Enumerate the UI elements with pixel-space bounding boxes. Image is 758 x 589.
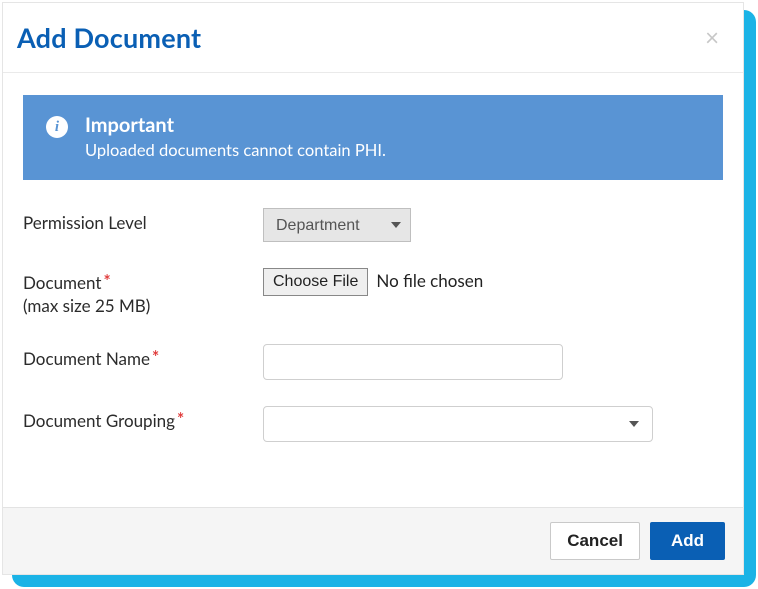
- choose-file-button[interactable]: Choose File: [263, 268, 368, 296]
- row-document-grouping: Document Grouping*: [23, 406, 723, 442]
- row-document-file: Document* (max size 25 MB) Choose File N…: [23, 268, 723, 318]
- document-name-input[interactable]: [263, 344, 563, 380]
- permission-level-label: Permission Level: [23, 208, 263, 235]
- cancel-button[interactable]: Cancel: [550, 522, 640, 560]
- required-mark: *: [103, 270, 110, 291]
- modal-body: i Important Uploaded documents cannot co…: [3, 73, 743, 507]
- document-label-text: Document: [23, 272, 101, 293]
- alert-content: Important Uploaded documents cannot cont…: [85, 113, 386, 160]
- row-permission-level: Permission Level Department: [23, 208, 723, 242]
- important-alert: i Important Uploaded documents cannot co…: [23, 95, 723, 180]
- document-name-label-text: Document Name: [23, 348, 150, 369]
- document-size-hint: (max size 25 MB): [23, 295, 263, 318]
- document-grouping-label: Document Grouping*: [23, 406, 263, 433]
- row-document-name: Document Name*: [23, 344, 723, 380]
- document-label: Document* (max size 25 MB): [23, 268, 263, 318]
- modal-footer: Cancel Add: [3, 507, 743, 574]
- required-mark: *: [177, 408, 184, 429]
- document-name-label: Document Name*: [23, 344, 263, 371]
- add-document-modal: Add Document × i Important Uploaded docu…: [2, 2, 744, 575]
- document-grouping-select-wrap: [263, 406, 653, 442]
- file-input-group: Choose File No file chosen: [263, 268, 723, 296]
- document-grouping-label-text: Document Grouping: [23, 410, 175, 431]
- modal-title: Add Document: [17, 21, 201, 54]
- add-button[interactable]: Add: [650, 522, 725, 560]
- alert-title: Important: [85, 113, 386, 137]
- modal-header: Add Document ×: [3, 3, 743, 73]
- permission-level-select[interactable]: Department: [263, 208, 411, 242]
- document-grouping-select[interactable]: [263, 406, 653, 442]
- close-icon[interactable]: ×: [699, 24, 725, 52]
- permission-level-select-wrap: Department: [263, 208, 411, 242]
- required-mark: *: [152, 346, 159, 367]
- info-icon: i: [45, 115, 69, 139]
- alert-text: Uploaded documents cannot contain PHI.: [85, 140, 386, 160]
- file-status-text: No file chosen: [376, 270, 483, 291]
